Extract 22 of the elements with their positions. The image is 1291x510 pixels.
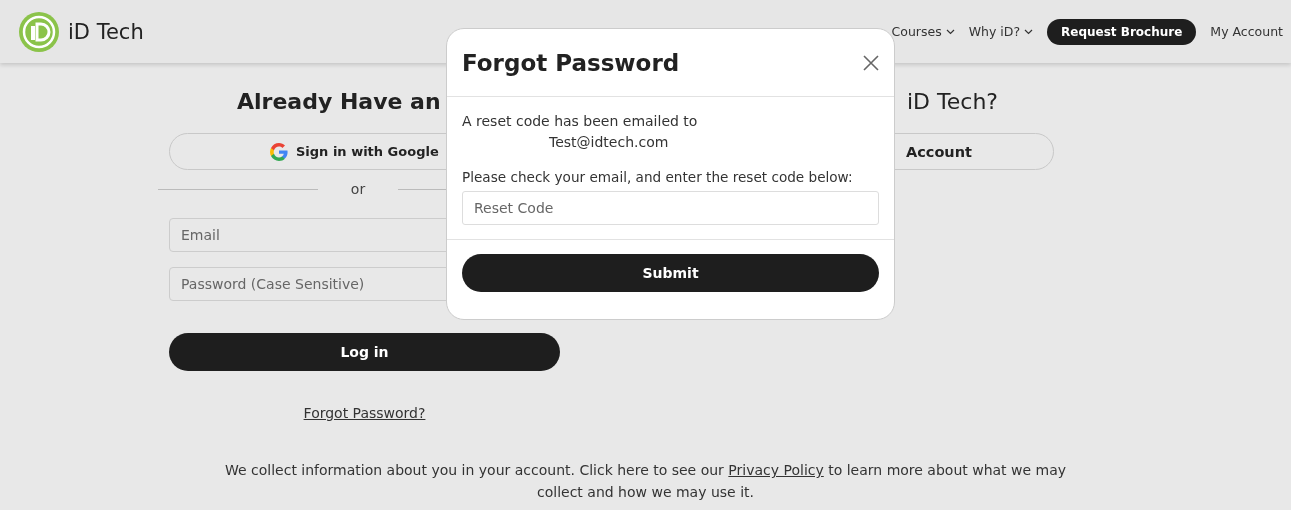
login-heading: Already Have an [237,88,442,116]
signup-heading: iD Tech? [907,88,999,116]
reset-code-field[interactable]: Reset Code [462,191,879,225]
reset-message: A reset code has been emailed to [462,112,699,131]
google-icon [270,142,288,161]
nav-link[interactable]: My Account [1210,24,1283,39]
caret-icon [945,28,955,35]
nav-dropdown[interactable]: Why iD? [968,24,1034,39]
request-brochure-button[interactable]: Request Brochure [1047,18,1197,45]
nav-dropdown[interactable]: Courses [891,24,955,39]
logo-icon [18,10,60,53]
submit-button[interactable]: Submit [462,254,879,292]
or-divider-text: or [349,181,367,197]
dialog-title: Forgot Password [462,49,680,76]
caret-icon [1024,28,1034,35]
close-button[interactable] [862,53,880,72]
forgot-password-link[interactable]: Forgot Password? [303,405,426,421]
instruction-text: Please check your email, and enter the reset code below: [462,168,854,187]
logo-text: iD Tech [68,19,144,44]
privacy-policy-link[interactable]: Privacy Policy [728,462,824,478]
log-in-button[interactable]: Log in [169,333,560,371]
privacy-notice: We collect information about you in your account. Click here to see our Privacy Policy to learn more about what we may collect and how we may use it. [223,461,1068,502]
